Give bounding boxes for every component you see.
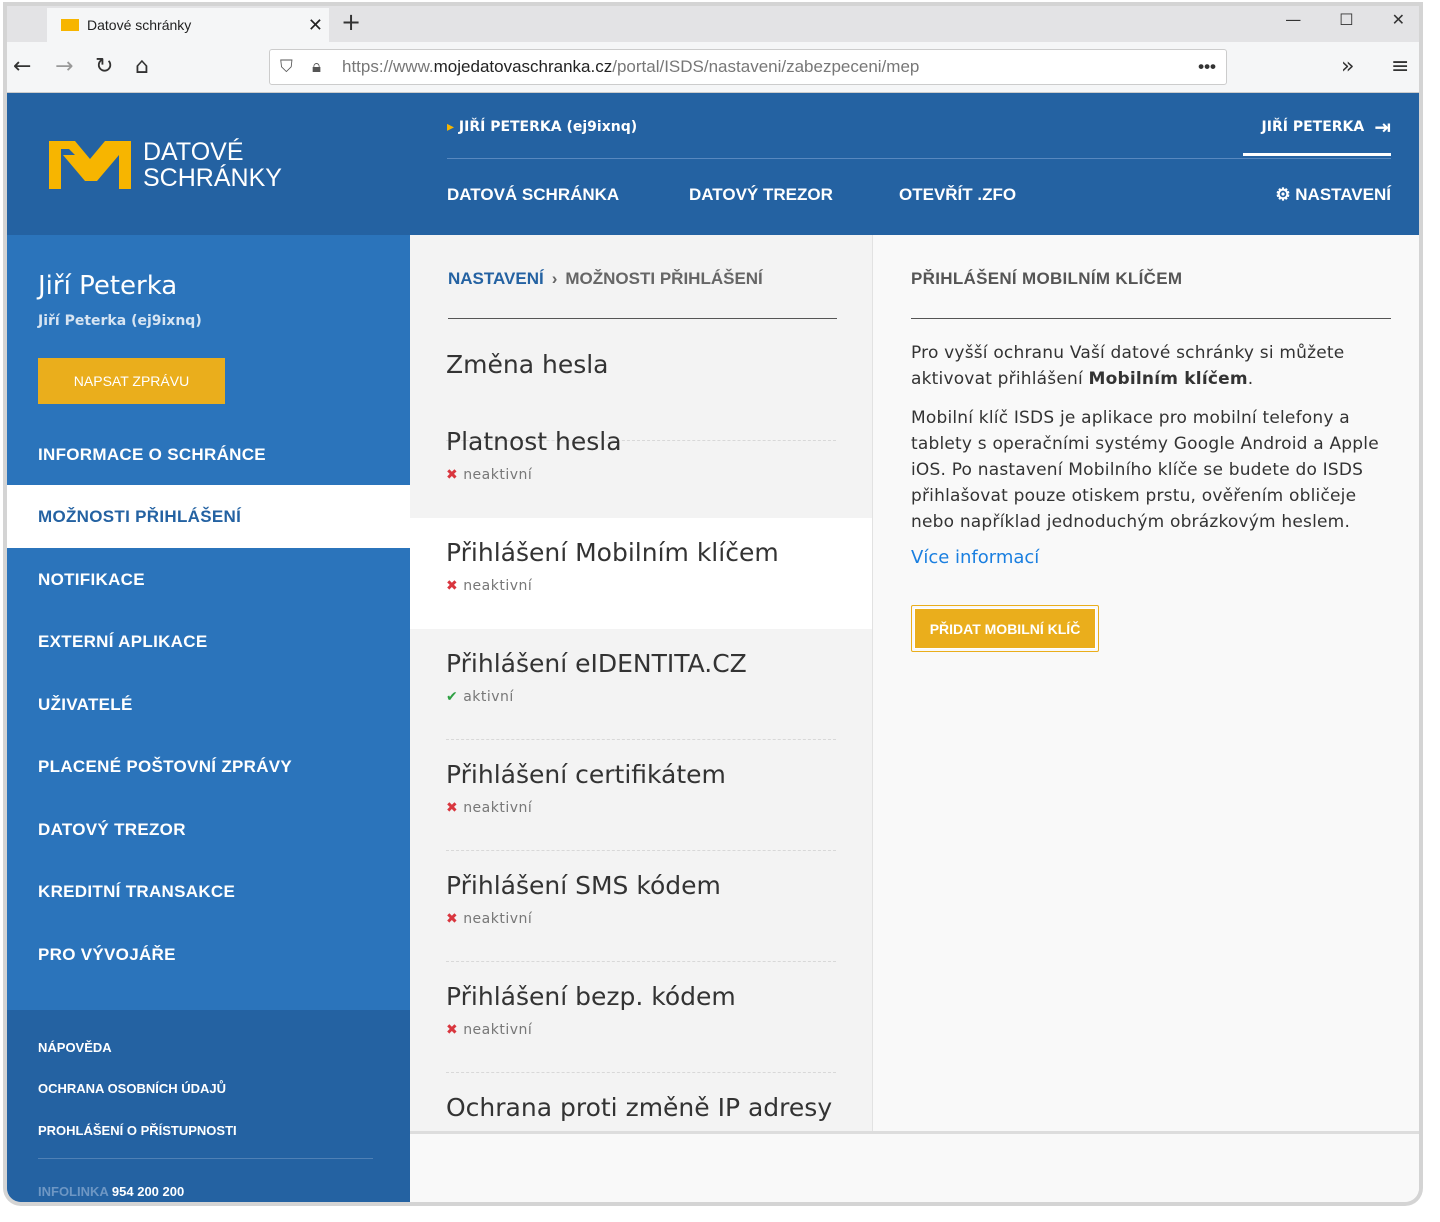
option-status: neaktivní: [463, 911, 533, 927]
detail-intro: Pro vyšší ochranu Vaší datové schránky s…: [911, 340, 1401, 392]
option-title: Platnost hesla: [446, 427, 622, 456]
cross-icon: ✖: [446, 578, 459, 594]
home-button[interactable]: ⌂: [135, 54, 149, 79]
sidebar-user-name: Jiří Peterka: [38, 271, 178, 301]
option-title: Přihlášení eIDENTITA.CZ: [446, 649, 747, 678]
forward-button[interactable]: →: [55, 54, 73, 79]
close-window-button[interactable]: ✕: [1392, 10, 1405, 29]
write-message-button[interactable]: NAPSAT ZPRÁVU: [38, 358, 225, 404]
cross-icon: ✖: [446, 1022, 459, 1038]
option-mobilni-klic[interactable]: Přihlášení Mobilním klíčem ✖ neaktivní: [410, 518, 872, 629]
infolinka-label: INFOLINKA: [38, 1184, 109, 1199]
sidebar-item-uzivatele[interactable]: UŽIVATELÉ: [7, 673, 410, 736]
shield-icon: ⛉: [280, 57, 293, 76]
sidebar-item-datovy-trezor[interactable]: DATOVÝ TREZOR: [7, 798, 410, 861]
option-title: Změna hesla: [446, 350, 609, 379]
check-icon: ✔: [446, 689, 459, 705]
intro-end: .: [1247, 369, 1254, 389]
add-mobile-key-label: PŘIDAT MOBILNÍ KLÍČ: [914, 608, 1096, 649]
breadcrumb-nastaveni[interactable]: NASTAVENÍ: [448, 269, 544, 288]
sidebar-item-placene-zpravy[interactable]: PLACENÉ POŠTOVNÍ ZPRÁVY: [7, 735, 410, 798]
browser-tab[interactable]: Datové schránky ✕: [47, 8, 329, 42]
nav-bar: ← → ↻ ⌂ ⛉ 🔒︎ https://www. mojedatovaschra…: [7, 42, 1419, 93]
add-mobile-key-button[interactable]: PŘIDAT MOBILNÍ KLÍČ: [911, 605, 1099, 652]
close-tab-icon[interactable]: ✕: [308, 15, 323, 36]
sidebar: Jiří Peterka Jiří Peterka (ej9ixnq) NAPS…: [7, 235, 410, 1202]
logo-mark-icon: [49, 141, 131, 189]
sidebar-user-id: Jiří Peterka (ej9ixnq): [38, 313, 202, 329]
footer-pristupnost[interactable]: PROHLÁŠENÍ O PŘÍSTUPNOSTI: [38, 1123, 237, 1138]
cross-icon: ✖: [446, 800, 459, 816]
logout-icon: ⇥: [1374, 115, 1391, 139]
logout-button[interactable]: JIŘÍ PETERKA ⇥: [1243, 115, 1391, 156]
nav-datova-schranka[interactable]: DATOVÁ SCHRÁNKA: [447, 185, 619, 205]
option-certifikat[interactable]: Přihlášení certifikátem ✖ neaktivní: [410, 740, 872, 851]
sidebar-item-notifikace[interactable]: NOTIFIKACE: [7, 548, 410, 611]
back-button[interactable]: ←: [13, 54, 31, 79]
browser-window: Datové schránky ✕ + — ☐ ✕ ← → ↻ ⌂ ⛉ 🔒︎ http…: [7, 6, 1419, 1202]
option-status: neaktivní: [463, 578, 533, 594]
footer-ochrana-udaju[interactable]: OCHRANA OSOBNÍCH ÚDAJŮ: [38, 1081, 226, 1096]
option-title: Přihlášení certifikátem: [446, 760, 726, 789]
url-path: /portal/ISDS/nastaveni/zabezpeceni/mep: [612, 57, 920, 76]
more-info-link[interactable]: Více informací: [911, 547, 1039, 568]
tab-title: Datové schránky: [87, 17, 192, 33]
nav-datovy-trezor[interactable]: DATOVÝ TREZOR: [689, 185, 833, 205]
logout-user: JIŘÍ PETERKA: [1261, 119, 1365, 135]
options-list: NASTAVENÍ › MOŽNOSTI PŘIHLÁŠENÍ Změna hesl…: [410, 235, 872, 1131]
nav-nastaveni[interactable]: ⚙ NASTAVENÍ: [1275, 185, 1391, 205]
option-bezp-kod[interactable]: Přihlášení bezp. kódem ✖ neaktivní: [410, 962, 872, 1073]
detail-description: Mobilní klíč ISDS je aplikace pro mobiln…: [911, 408, 1379, 532]
cross-icon: ✖: [446, 911, 459, 927]
nav-otevrit-zfo[interactable]: OTEVŘÍT .ZFO: [899, 185, 1016, 205]
sidebar-item-kreditni-transakce[interactable]: KREDITNÍ TRANSAKCE: [7, 860, 410, 923]
option-title: Ochrana proti změně IP adresy: [446, 1093, 833, 1122]
url-prefix: https://www.: [342, 57, 434, 76]
cross-icon: ✖: [446, 467, 459, 483]
sidebar-item-externi-aplikace[interactable]: EXTERNÍ APLIKACE: [7, 610, 410, 673]
infolinka-number: 954 200 200: [111, 1184, 185, 1199]
favicon-icon: [61, 19, 79, 31]
detail-heading: PŘIHLÁŠENÍ MOBILNÍM KLÍČEM: [911, 269, 1183, 288]
breadcrumb-current: MOŽNOSTI PŘIHLÁŠENÍ: [565, 269, 763, 288]
menu-icon[interactable]: ≡: [1391, 54, 1409, 79]
url-bar[interactable]: ⛉ 🔒︎ https://www. mojedatovaschranka.cz/p…: [269, 49, 1227, 85]
sidebar-footer: NÁPOVĚDA OCHRANA OSOBNÍCH ÚDAJŮ PROHLÁŠE…: [7, 1010, 410, 1202]
sidebar-item-moznosti-prihlaseni[interactable]: MOŽNOSTI PŘIHLÁŠENÍ: [7, 485, 410, 548]
site-header: DATOVÉSCHRÁNKY JIŘÍ PETERKA (ej9ixnq) JI…: [7, 93, 1419, 235]
maximize-button[interactable]: ☐: [1339, 10, 1353, 29]
lock-icon: 🔒︎: [312, 57, 322, 76]
gear-icon: ⚙: [1275, 185, 1296, 204]
option-platnost-hesla[interactable]: Platnost hesla ✖ neaktivní: [410, 407, 872, 518]
current-box[interactable]: JIŘÍ PETERKA (ej9ixnq): [447, 119, 637, 135]
footer-napoveda[interactable]: NÁPOVĚDA: [38, 1040, 112, 1055]
tab-bar: Datové schránky ✕ + — ☐ ✕: [7, 6, 1419, 42]
option-status: aktivní: [463, 689, 514, 705]
detail-panel: PŘIHLÁŠENÍ MOBILNÍM KLÍČEM Pro vyšší och…: [872, 235, 1419, 1131]
option-sms[interactable]: Přihlášení SMS kódem ✖ neaktivní: [410, 851, 872, 962]
logo[interactable]: DATOVÉ SCHRÁNKY: [49, 139, 282, 191]
option-status: neaktivní: [463, 1022, 533, 1038]
option-title: Přihlášení bezp. kódem: [446, 982, 736, 1011]
page-actions-icon[interactable]: •••: [1198, 57, 1216, 77]
reload-button[interactable]: ↻: [95, 54, 113, 79]
logo-line2: SCHRÁNKY: [143, 164, 282, 192]
option-status: neaktivní: [463, 467, 533, 483]
new-tab-button[interactable]: +: [341, 8, 361, 36]
option-title: Přihlášení Mobilním klíčem: [446, 538, 779, 567]
sidebar-item-informace[interactable]: INFORMACE O SCHRÁNCE: [7, 423, 410, 486]
logo-line1: DATOVÉ: [143, 138, 244, 166]
minimize-button[interactable]: —: [1285, 10, 1301, 29]
overflow-chevron-icon[interactable]: »: [1341, 54, 1354, 79]
nav-nastaveni-label: NASTAVENÍ: [1295, 185, 1391, 204]
option-title: Přihlášení SMS kódem: [446, 871, 721, 900]
intro-bold: Mobilním klíčem: [1088, 369, 1248, 389]
option-eidentita[interactable]: Přihlášení eIDENTITA.CZ ✔ aktivní: [410, 629, 872, 740]
sidebar-item-pro-vyvojare[interactable]: PRO VÝVOJÁŘE: [7, 923, 410, 986]
breadcrumb: NASTAVENÍ › MOŽNOSTI PŘIHLÁŠENÍ: [448, 269, 763, 288]
option-status: neaktivní: [463, 800, 533, 816]
url-domain: mojedatovaschranka.cz: [433, 57, 613, 76]
